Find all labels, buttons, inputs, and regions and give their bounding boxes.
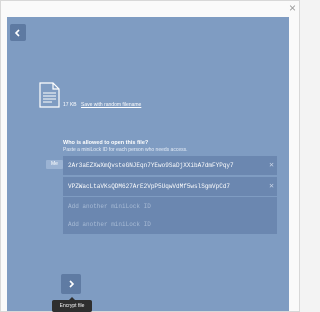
- add-id-placeholder: Add another miniLock ID: [68, 203, 151, 210]
- remove-icon[interactable]: ✕: [269, 156, 274, 175]
- back-button[interactable]: [10, 24, 26, 41]
- file-info: 17 KB Save with random filename: [63, 102, 141, 108]
- me-tag: Me: [46, 160, 63, 169]
- chevron-left-icon: [14, 28, 20, 37]
- close-button[interactable]: ×: [286, 2, 299, 14]
- minilock-id-field[interactable]: 2Ar3aEZXwXmQvsteGNJEqn7YEwo9SaDjXXibA7dm…: [63, 156, 277, 175]
- minilock-id-field[interactable]: VPZWacLtaVKsQDM627ArE2VpP5UqwVdMf5wslSgm…: [63, 177, 277, 196]
- encrypt-file-button[interactable]: [61, 274, 81, 294]
- add-minilock-id-field[interactable]: Add another miniLock ID: [63, 215, 277, 234]
- encrypt-file-tooltip: Encrypt file: [52, 297, 92, 312]
- add-id-placeholder: Add another miniLock ID: [68, 221, 151, 228]
- save-random-filename-link[interactable]: Save with random filename: [81, 102, 141, 108]
- chevron-right-icon: [69, 280, 75, 288]
- document-icon: [39, 82, 60, 108]
- file-size: 17 KB: [63, 102, 77, 108]
- minilock-id-text: 2Ar3aEZXwXmQvsteGNJEqn7YEwo9SaDjXXibA7dm…: [68, 162, 234, 169]
- recipients-title: Who is allowed to open this file?: [63, 140, 149, 146]
- recipients-subtitle: Paste a miniLock ID for each person who …: [63, 147, 188, 153]
- remove-icon[interactable]: ✕: [269, 177, 274, 196]
- add-minilock-id-field[interactable]: Add another miniLock ID: [63, 197, 277, 216]
- encrypt-panel: 17 KB Save with random filename Who is a…: [7, 17, 289, 312]
- minilock-id-text: VPZWacLtaVKsQDM627ArE2VpP5UqwVdMf5wslSgm…: [68, 183, 231, 190]
- app-window: × 17 KB Save with random filename Who is…: [0, 0, 300, 312]
